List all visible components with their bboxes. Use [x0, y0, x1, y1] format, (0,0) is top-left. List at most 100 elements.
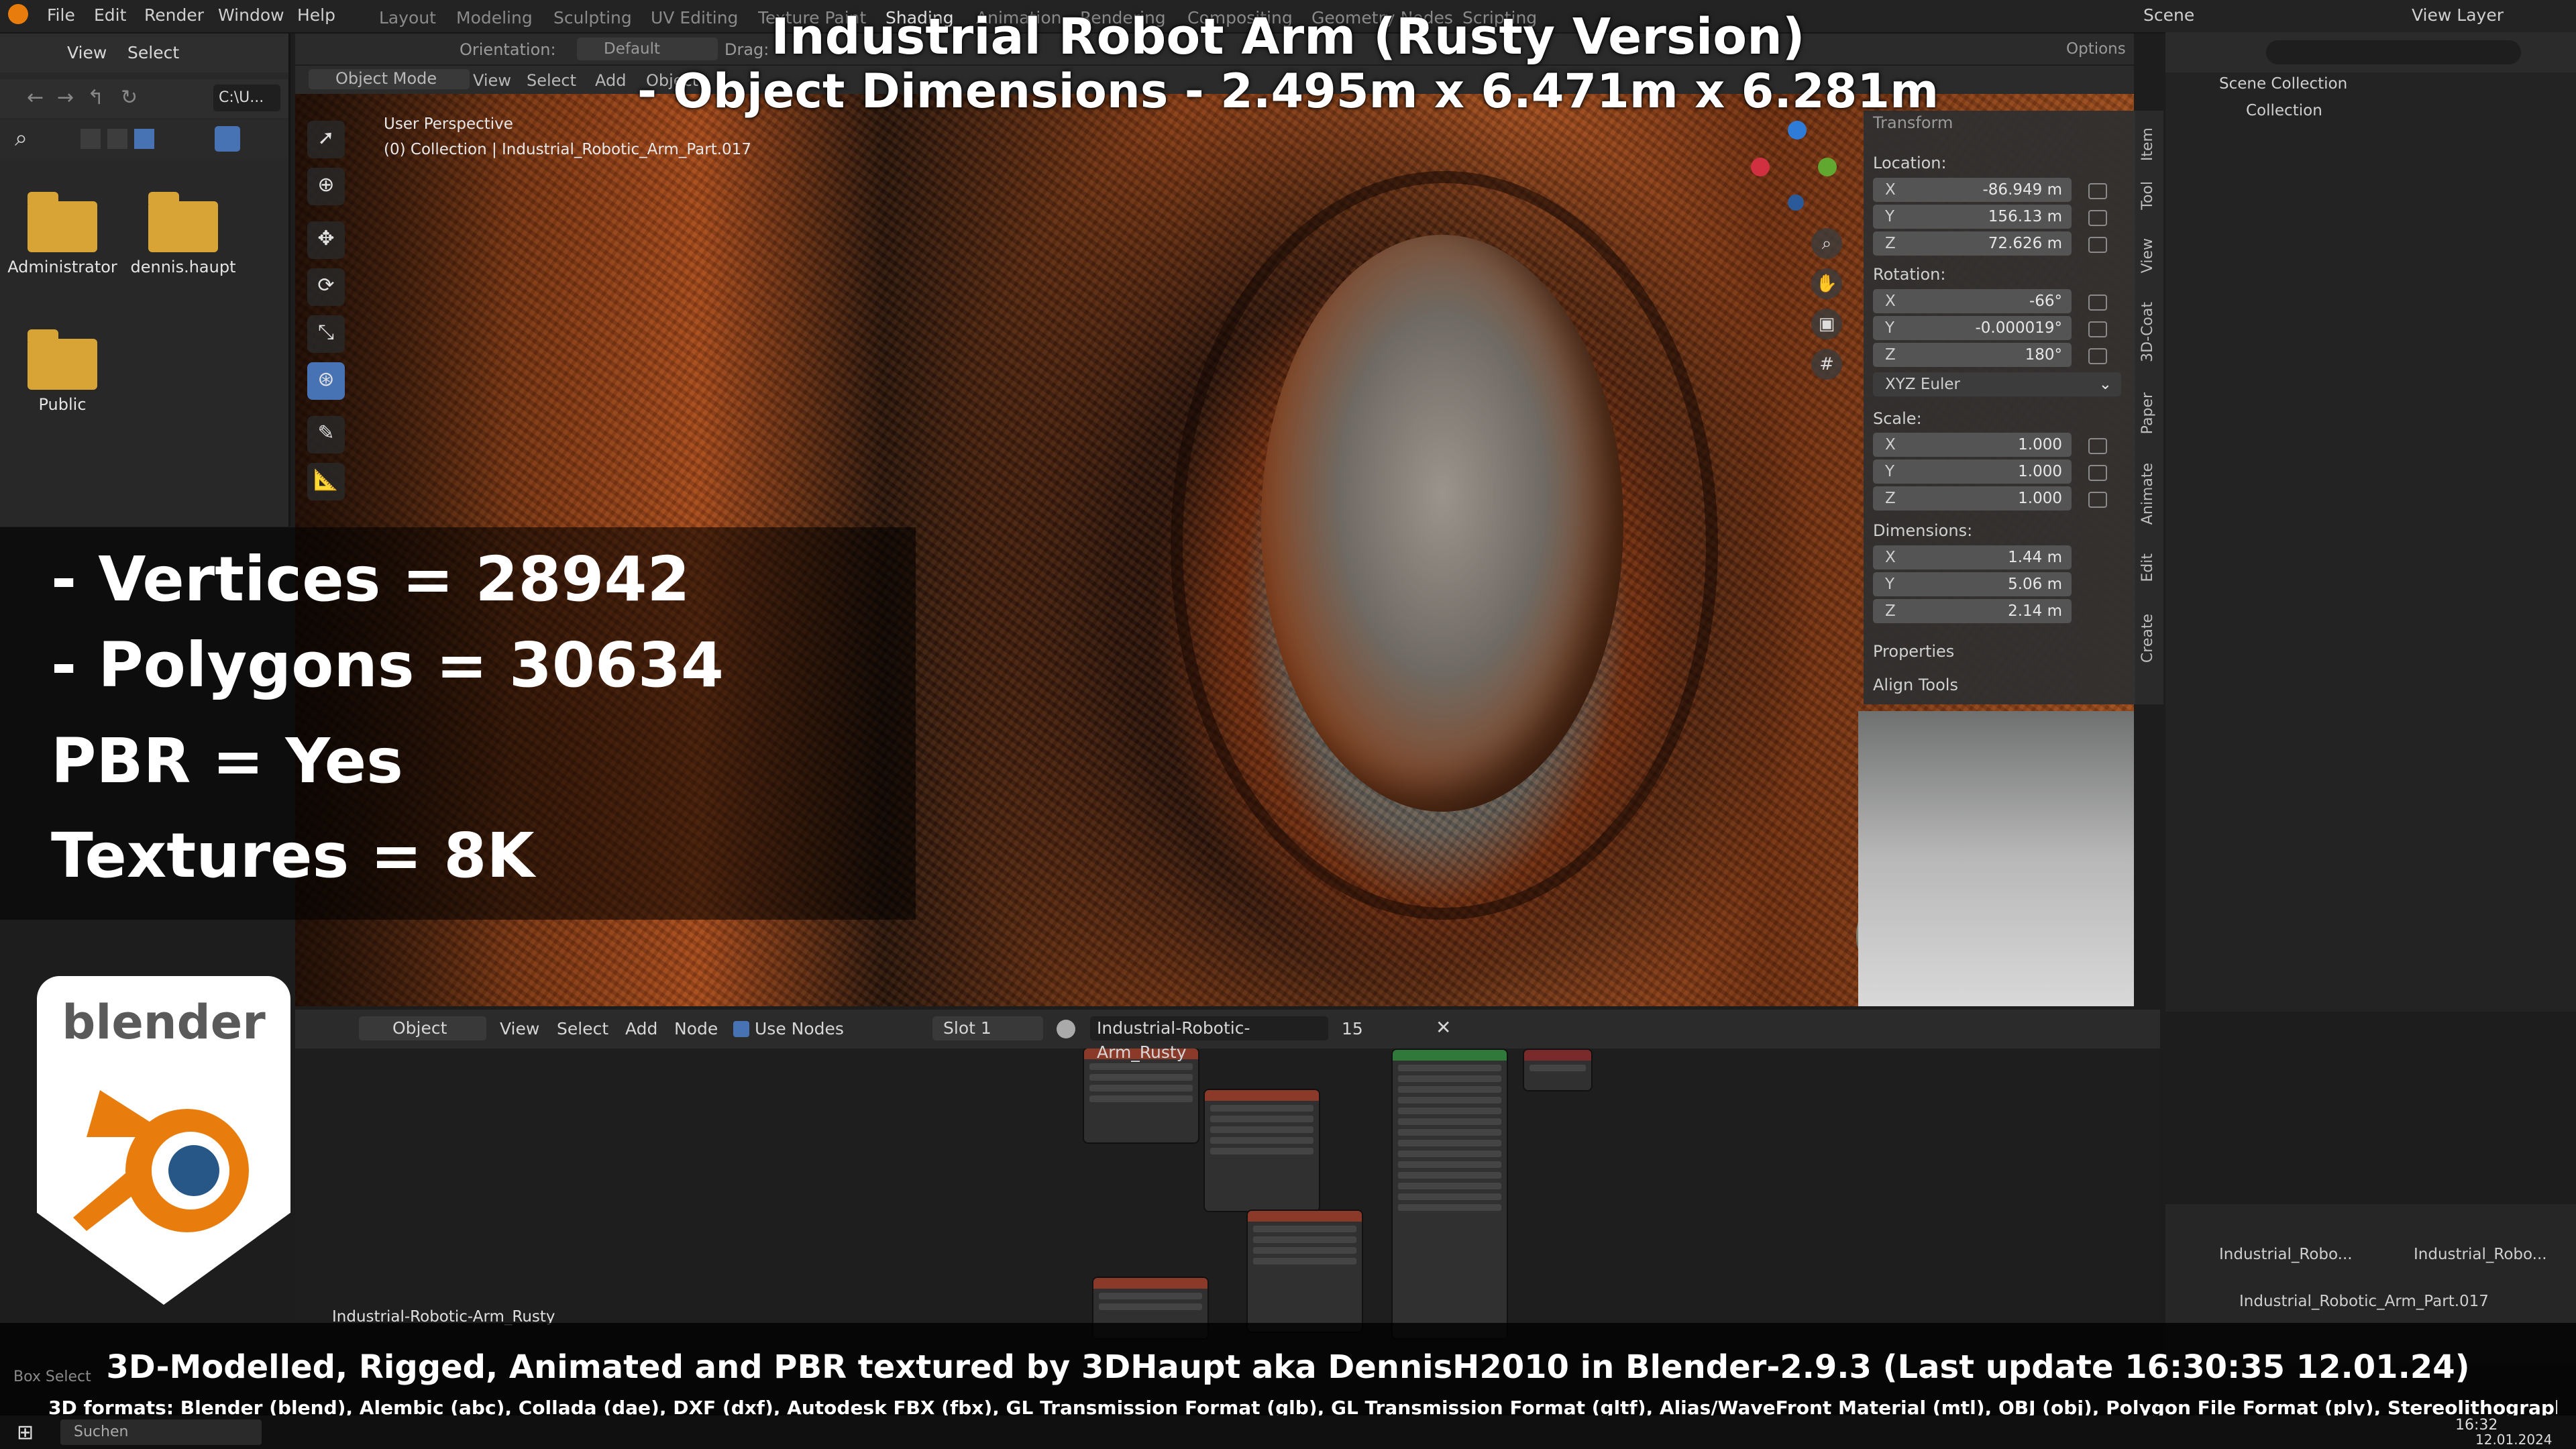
- lock-icon[interactable]: [2088, 237, 2107, 253]
- windows-start-icon[interactable]: ⊞: [17, 1421, 34, 1444]
- lock-icon[interactable]: [2088, 492, 2107, 508]
- object-data-tab[interactable]: Industrial_Robo...: [2219, 1246, 2353, 1263]
- folder-label: Administrator: [7, 258, 117, 276]
- outliner-panel: Scene Collection Collection: [2165, 32, 2576, 1012]
- overlay-dimensions: - Object Dimensions - 2.495m x 6.471m x …: [637, 64, 1939, 119]
- lock-icon[interactable]: [2088, 183, 2107, 199]
- cursor-tool-button[interactable]: ⊕: [307, 168, 345, 205]
- cursor-icon: ➚: [317, 126, 335, 150]
- pan-hand-icon[interactable]: ✋: [1811, 268, 1842, 299]
- thumbnail-view-icon[interactable]: [134, 129, 154, 149]
- status-box-select: Box Select: [13, 1368, 91, 1385]
- scale-z-field[interactable]: Z 1.000: [1873, 486, 2072, 511]
- search-icon[interactable]: ⌕: [15, 125, 28, 152]
- folder-public[interactable]: Public: [0, 329, 129, 414]
- material-users-count[interactable]: 15: [1342, 1019, 1363, 1038]
- annotate-tool-button[interactable]: ✎: [307, 416, 345, 453]
- dimensions-y-field[interactable]: Y 5.06 m: [1873, 572, 2072, 596]
- scale-tool-button[interactable]: ⤡: [307, 315, 345, 353]
- node-add-menu[interactable]: Add: [625, 1019, 657, 1038]
- shader-node-editor[interactable]: [295, 1010, 2160, 1348]
- file-browser-filter-bar: ⌕: [0, 119, 288, 158]
- material-name-field[interactable]: Industrial-Robotic-Arm_Rusty: [1090, 1016, 1328, 1062]
- close-icon[interactable]: ✕: [1436, 1016, 1451, 1038]
- lock-icon[interactable]: [2088, 438, 2107, 454]
- camera-icon[interactable]: ▣: [1811, 309, 1842, 339]
- zoom-icon[interactable]: ⌕: [1811, 228, 1842, 259]
- node-object-dropdown[interactable]: Object: [359, 1016, 486, 1040]
- node-principled-bsdf[interactable]: [1393, 1050, 1507, 1338]
- node-view-menu[interactable]: View: [500, 1019, 539, 1038]
- transform-tool-button[interactable]: ⊛: [307, 362, 345, 400]
- tab-item[interactable]: Item: [2139, 127, 2156, 161]
- scale-y-field[interactable]: Y 1.000: [1873, 460, 2072, 484]
- node-material-output[interactable]: [1524, 1050, 1591, 1090]
- overlay-title: Industrial Robot Arm (Rusty Version): [771, 8, 1805, 66]
- rotation-x-field[interactable]: X -66°: [1873, 289, 2072, 313]
- dimensions-z-field[interactable]: Z 2.14 m: [1873, 599, 2072, 623]
- tab-animate[interactable]: Animate: [2139, 463, 2156, 525]
- neg-z-axis-icon[interactable]: [1788, 195, 1804, 211]
- y-axis-icon[interactable]: [1818, 158, 1837, 176]
- chevron-down-icon: ⌄: [2098, 376, 2112, 393]
- location-label: Location:: [1873, 154, 1947, 172]
- grid-icon[interactable]: #: [1811, 349, 1842, 380]
- align-tools-section[interactable]: Align Tools: [1873, 676, 1958, 694]
- scale-icon: ⤡: [318, 321, 334, 344]
- folder-administrator[interactable]: Administrator: [0, 192, 129, 276]
- tab-edit[interactable]: Edit: [2139, 553, 2156, 582]
- tab-tool[interactable]: Tool: [2139, 181, 2156, 210]
- location-z-field[interactable]: Z 72.626 m: [1873, 231, 2072, 256]
- viewport-nav-buttons: ⌕ ✋ ▣ #: [1811, 228, 1849, 389]
- textures-stat: Textures = 8K: [51, 820, 535, 892]
- node-image-texture[interactable]: [1205, 1090, 1319, 1211]
- slot-dropdown[interactable]: Slot 1: [932, 1016, 1043, 1040]
- vertices-stat: - Vertices = 28942: [51, 543, 690, 615]
- active-object-name[interactable]: Industrial_Robotic_Arm_Part.017: [2239, 1293, 2489, 1310]
- home-folder-icon: [148, 192, 218, 252]
- x-axis-icon[interactable]: [1751, 158, 1770, 176]
- location-y-field[interactable]: Y 156.13 m: [1873, 205, 2072, 229]
- measure-tool-button[interactable]: 📐: [307, 463, 345, 500]
- rotate-tool-button[interactable]: ⟳: [307, 268, 345, 306]
- list-view-icon[interactable]: [80, 129, 101, 149]
- tab-3d-coat[interactable]: 3D-Coat: [2139, 302, 2156, 362]
- crosshair-icon: ⊕: [317, 173, 335, 197]
- tab-create[interactable]: Create: [2139, 614, 2156, 663]
- folder-dennis-haupt[interactable]: dennis.haupt: [116, 192, 250, 276]
- blender-wordmark: blender: [62, 995, 266, 1050]
- material-sphere-icon[interactable]: [1057, 1020, 1075, 1038]
- rotation-label: Rotation:: [1873, 265, 1946, 284]
- detail-view-icon[interactable]: [107, 129, 127, 149]
- ruler-icon: 📐: [313, 468, 339, 492]
- taskbar-search-input[interactable]: Suchen: [60, 1419, 262, 1445]
- lock-icon[interactable]: [2088, 294, 2107, 311]
- use-nodes-checkbox[interactable]: [733, 1021, 749, 1037]
- lock-icon[interactable]: [2088, 348, 2107, 364]
- scale-x-field[interactable]: X 1.000: [1873, 433, 2072, 457]
- properties-section[interactable]: Properties: [1873, 642, 1954, 661]
- location-x-field[interactable]: X -86.949 m: [1873, 178, 2072, 202]
- use-nodes-label: Use Nodes: [755, 1019, 844, 1038]
- z-axis-icon[interactable]: [1788, 121, 1807, 140]
- node-select-menu[interactable]: Select: [557, 1019, 608, 1038]
- polygons-stat: - Polygons = 30634: [51, 629, 724, 701]
- lock-icon[interactable]: [2088, 465, 2107, 481]
- tab-paper[interactable]: Paper: [2139, 392, 2156, 434]
- rusty-bolt-head: [1261, 235, 1623, 812]
- node-node-menu[interactable]: Node: [674, 1019, 718, 1038]
- rotation-y-field[interactable]: Y -0.000019°: [1873, 316, 2072, 340]
- mesh-data-tab[interactable]: Industrial_Robo...: [2414, 1246, 2547, 1263]
- select-tool-button[interactable]: ➚: [307, 121, 345, 158]
- rotation-z-field[interactable]: Z 180°: [1873, 343, 2072, 367]
- lock-icon[interactable]: [2088, 210, 2107, 226]
- lock-icon[interactable]: [2088, 321, 2107, 337]
- filter-icon[interactable]: [215, 126, 240, 152]
- node-image-texture[interactable]: [1248, 1211, 1362, 1332]
- blender-logo-badge: blender: [37, 976, 290, 1305]
- rotation-mode-dropdown[interactable]: XYZ Euler ⌄: [1873, 372, 2121, 396]
- move-tool-button[interactable]: ✥: [307, 221, 345, 259]
- dimensions-x-field[interactable]: X 1.44 m: [1873, 545, 2072, 570]
- navigation-gizmo[interactable]: [1751, 121, 1845, 215]
- tab-view[interactable]: View: [2139, 238, 2156, 273]
